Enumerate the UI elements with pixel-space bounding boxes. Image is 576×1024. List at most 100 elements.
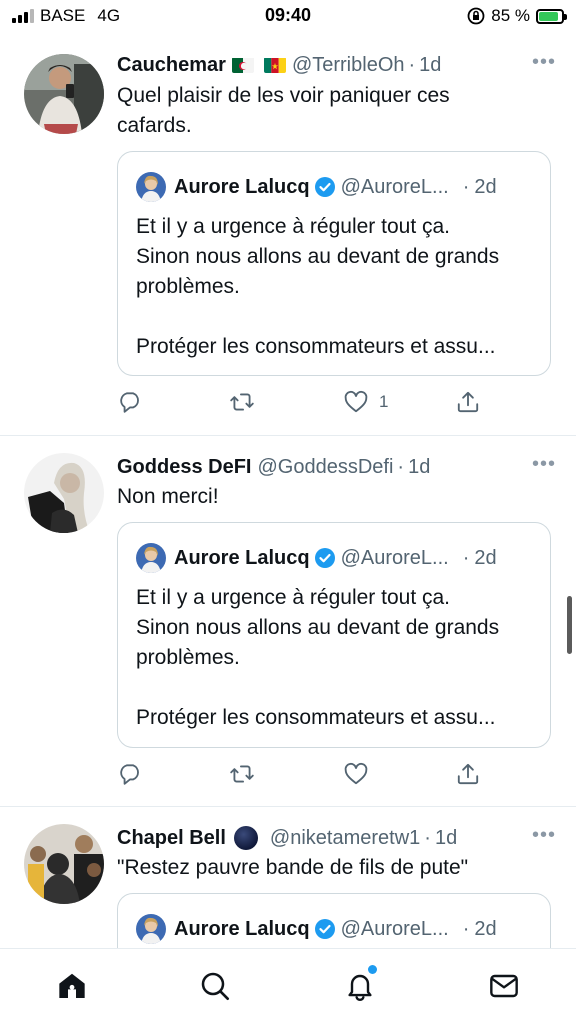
verified-badge-icon (314, 548, 335, 568)
home-icon (59, 973, 85, 998)
orientation-lock-icon (467, 7, 485, 25)
tweet[interactable]: Cauchemar @TerribleOh · 1d ••• Quel plai… (0, 34, 576, 434)
tweet-actions: 1 (117, 387, 487, 417)
reply-button[interactable] (117, 387, 143, 417)
separator-dot: · (408, 53, 416, 76)
quoted-text-line (136, 673, 532, 703)
avatar[interactable] (24, 453, 104, 533)
quoted-avatar (136, 172, 166, 202)
messages-icon (490, 974, 518, 998)
like-button[interactable] (343, 759, 379, 789)
like-count: 1 (379, 392, 389, 411)
battery-percent: 85 % (491, 6, 530, 25)
quoted-author-name: Aurore Lalucq (174, 175, 310, 198)
quoted-text-line: Protéger les consommateurs et assu... (136, 706, 496, 729)
tweet-text-line: "Restez pauvre bande de fils de pute" (117, 856, 469, 879)
tweet-header: Goddess DeFI @GoddessDefi · 1d ••• (117, 453, 556, 481)
author-handle[interactable]: @GoddessDefi (257, 456, 393, 479)
share-button[interactable] (455, 759, 481, 789)
tweet-actions (117, 759, 487, 789)
verified-badge-icon (314, 919, 335, 939)
quoted-text-line (136, 302, 532, 332)
author-handle[interactable]: @niketameretw1 (270, 827, 420, 850)
quoted-text-line: Sinon nous allons au devant de grands (136, 245, 500, 268)
quoted-time-dot: · (462, 546, 470, 569)
reply-icon (120, 764, 139, 785)
timeline[interactable]: Cauchemar @TerribleOh · 1d ••• Quel plai… (0, 34, 576, 948)
retweet-icon (230, 393, 254, 411)
author-handle[interactable]: @TerribleOh (292, 54, 405, 77)
quoted-tweet[interactable]: Aurore Lalucq @AuroreL... · 2d Et il y a… (117, 151, 551, 376)
tweet-time[interactable]: 1d (435, 827, 457, 850)
author-name[interactable]: Chapel Bell (117, 827, 226, 850)
author-name[interactable]: Cauchemar (117, 54, 226, 77)
tweet-header: Cauchemar @TerribleOh · 1d ••• (117, 51, 556, 79)
quoted-tweet-text: Et il y a urgence à réguler tout ça. Sin… (136, 212, 532, 362)
more-options-icon[interactable]: ••• (532, 51, 556, 74)
share-icon (457, 763, 479, 785)
more-options-icon[interactable]: ••• (532, 824, 556, 847)
battery-level (539, 11, 558, 21)
quoted-tweet[interactable]: Aurore Lalucq @AuroreL... · 2d Et il y a… (117, 522, 551, 748)
tweet-text: Quel plaisir de les voir paniquer ces ca… (117, 81, 552, 141)
avatar[interactable] (24, 54, 104, 134)
quoted-tweet-text: Et il y a urgence à réguler tout ça. Sin… (136, 583, 532, 733)
quoted-tweet-header: Aurore Lalucq @AuroreL... · 2d (136, 543, 532, 573)
heart-icon (344, 390, 368, 413)
retweet-button[interactable] (229, 759, 255, 789)
status-right: 85 % (467, 6, 567, 26)
reply-button[interactable] (117, 759, 143, 789)
scroll-indicator[interactable] (567, 596, 572, 654)
tweet[interactable]: Chapel Bell @niketameretw1 · 1d ••• "Res… (0, 807, 576, 948)
tab-search[interactable] (198, 969, 232, 1003)
tab-notifications[interactable] (343, 965, 377, 1003)
search-icon (201, 972, 229, 1000)
quoted-time-dot: · (462, 917, 470, 940)
quoted-author-name: Aurore Lalucq (174, 917, 310, 940)
verified-badge-icon (314, 177, 335, 197)
more-options-icon[interactable]: ••• (532, 453, 556, 476)
notifications-icon (348, 974, 372, 1002)
tab-bar (0, 948, 576, 1024)
tab-home[interactable] (55, 969, 89, 1003)
tweet-text: Non merci! (117, 482, 552, 512)
quoted-text-line: Et il y a urgence à réguler tout ça. (136, 586, 451, 609)
dark-circle-icon (233, 826, 258, 850)
quoted-tweet-time: 2d (474, 175, 497, 198)
heart-icon (344, 762, 368, 785)
quoted-text-line: problèmes. (136, 646, 240, 669)
quoted-author-handle: @AuroreL... (340, 546, 449, 569)
quoted-avatar (136, 914, 166, 944)
quoted-tweet-header: Aurore Lalucq @AuroreL... · 2d (136, 914, 532, 944)
separator-dot: · (397, 455, 405, 478)
quoted-tweet-time: 2d (474, 917, 497, 940)
quoted-tweet-header: Aurore Lalucq @AuroreL... · 2d (136, 172, 532, 202)
tweet[interactable]: Goddess DeFI @GoddessDefi · 1d ••• Non m… (0, 436, 576, 806)
tweet-time[interactable]: 1d (419, 54, 441, 77)
like-button[interactable]: 1 (343, 387, 388, 417)
retweet-button[interactable] (229, 387, 255, 417)
tweet-text: "Restez pauvre bande de fils de pute" (117, 853, 552, 883)
tab-messages[interactable] (487, 969, 521, 1003)
quoted-tweet[interactable]: Aurore Lalucq @AuroreL... · 2d (117, 893, 551, 948)
tweet-text-line: Quel plaisir de les voir paniquer ces (117, 84, 450, 107)
share-button[interactable] (455, 387, 481, 417)
quoted-text-line: Protéger les consommateurs et assu... (136, 335, 496, 358)
author-name[interactable]: Goddess DeFI (117, 456, 251, 479)
battery-icon (536, 8, 567, 24)
quoted-author-handle: @AuroreL... (340, 917, 449, 940)
share-icon (457, 391, 479, 413)
quoted-avatar (136, 543, 166, 573)
quoted-author-handle: @AuroreL... (340, 175, 449, 198)
avatar[interactable] (24, 824, 104, 904)
cameroon-flag (263, 57, 286, 73)
quoted-text-line: Et il y a urgence à réguler tout ça. (136, 215, 451, 238)
notification-dot (368, 965, 377, 974)
algeria-flag (231, 57, 254, 73)
tweet-time[interactable]: 1d (408, 456, 430, 479)
quoted-author-name: Aurore Lalucq (174, 546, 310, 569)
quoted-text-line: Sinon nous allons au devant de grands (136, 616, 500, 639)
status-bar: BASE 4G 09:40 85 % (0, 0, 576, 34)
tweet-header: Chapel Bell @niketameretw1 · 1d ••• (117, 824, 556, 852)
separator-dot: · (424, 826, 431, 849)
